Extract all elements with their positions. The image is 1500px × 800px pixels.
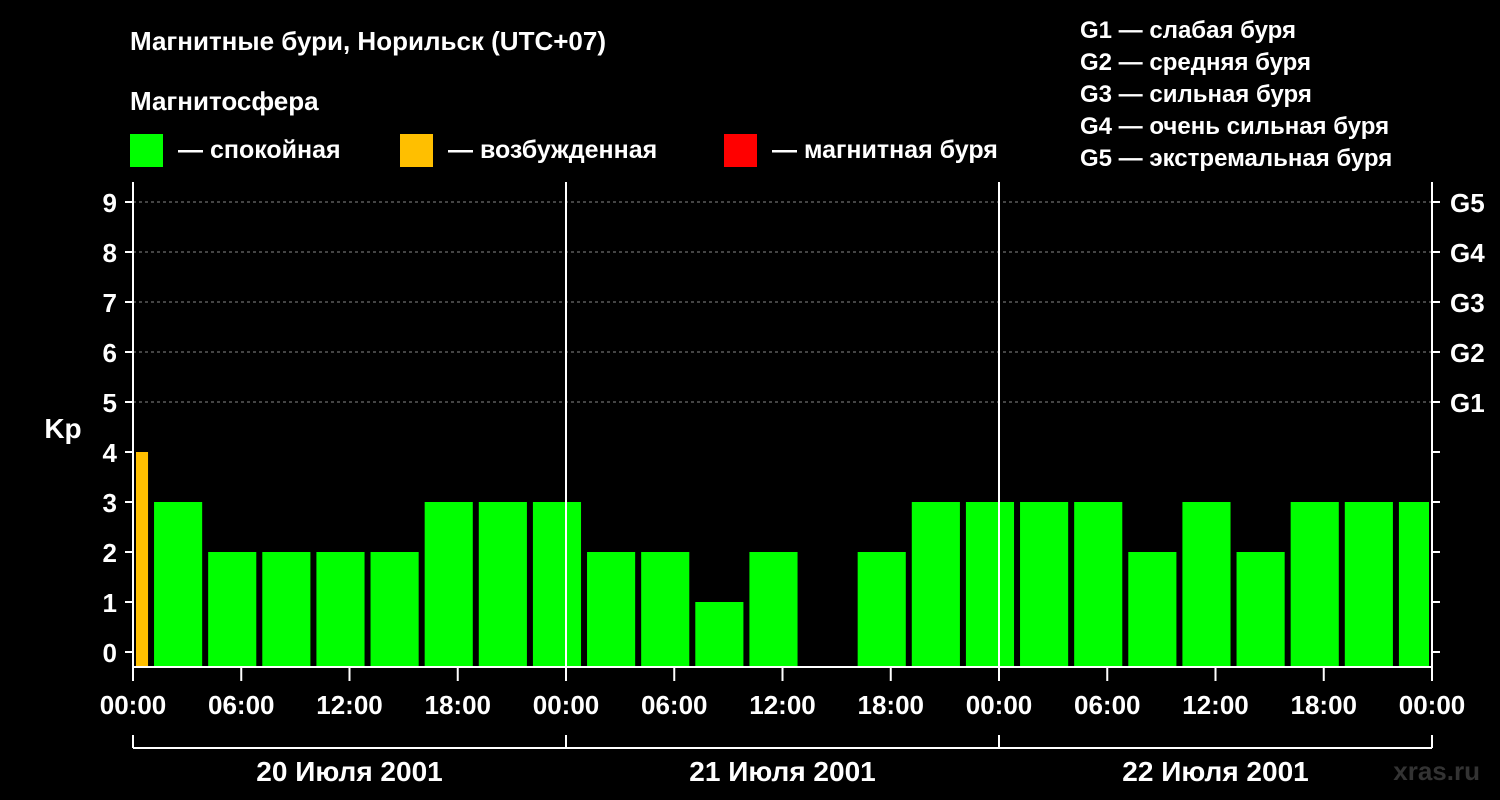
bars-layer [136,452,1429,667]
x-tick-label: 18:00 [1291,690,1358,720]
g-level-label: G1 [1450,388,1485,418]
kp-bar [154,502,203,667]
grid-layer [133,201,1432,403]
day-label: 22 Июля 2001 [1122,756,1308,787]
kp-bar [1128,552,1177,667]
x-tick-label: 00:00 [533,690,600,720]
g-scale-g3: G3 — сильная буря [1080,81,1312,108]
y-tick-label: 5 [103,388,117,418]
kp-bar [749,552,798,667]
g-level-label: G5 [1450,188,1485,218]
y-tick-label: 7 [103,288,117,318]
x-tick-label: 00:00 [966,690,1033,720]
legend-swatch-quiet [130,134,163,167]
kp-bar [1344,502,1393,667]
kp-bar [1074,502,1123,667]
legend-label-quiet: — спокойная [178,136,341,164]
watermark: xras.ru [1393,756,1480,786]
g-scale-g5: G5 — экстремальная буря [1080,145,1392,172]
y-tick-label: 9 [103,188,117,218]
kp-bar [136,452,149,667]
kp-bar [587,552,636,667]
x-tick-label: 18:00 [858,690,925,720]
chart-title: Магнитные бури, Норильск (UTC+07) [130,26,606,56]
y-tick-label: 4 [103,438,118,468]
kp-bar [1182,502,1231,667]
kp-bar [532,502,582,667]
x-tick-label: 12:00 [316,690,383,720]
y-tick-label: 3 [103,488,117,518]
x-tick-label: 06:00 [1074,690,1141,720]
g-scale-g2: G2 — средняя буря [1080,49,1311,76]
x-tick-label: 18:00 [425,690,492,720]
kp-bar [370,552,419,667]
kp-bar [424,502,473,667]
x-tick-label: 06:00 [641,690,708,720]
kp-bar [965,502,1015,667]
kp-bar [1020,502,1069,667]
y-tick-label: 6 [103,338,117,368]
y-tick-label: 8 [103,238,117,268]
day-label: 20 Июля 2001 [256,756,442,787]
y-axis-label: Kp [44,413,81,444]
kp-bar [478,502,527,667]
kp-bar [1398,502,1429,667]
kp-bar [857,552,906,667]
kp-bar [316,552,365,667]
legend-label-storm: — магнитная буря [772,136,998,164]
g-level-label: G2 [1450,338,1485,368]
y-tick-label: 2 [103,538,117,568]
kp-chart: Магнитные бури, Норильск (UTC+07) Магнит… [44,17,1485,787]
x-tick-label: 00:00 [100,690,167,720]
g-scale-g4: G4 — очень сильная буря [1080,113,1389,140]
x-tick-label: 06:00 [208,690,275,720]
g-scale-g1: G1 — слабая буря [1080,17,1296,44]
g-level-label: G4 [1450,238,1485,268]
kp-bar [1290,502,1339,667]
x-tick-label: 12:00 [1182,690,1249,720]
kp-bar [262,552,311,667]
y-tick-label: 1 [103,588,117,618]
kp-bar [1236,552,1285,667]
axes-layer: 0 1 2 3 4 5 6 7 8 9 G1 G2 G3 G4 G5 00:00 06:00 12:00 18:00… [100,182,1485,787]
legend-swatch-excited [400,134,433,167]
y-tick-label: 0 [103,638,117,668]
g-level-label: G3 [1450,288,1485,318]
legend-heading: Магнитосфера [130,86,319,116]
x-tick-label: 12:00 [749,690,816,720]
legend-swatch-storm [724,134,757,167]
day-label: 21 Июля 2001 [689,756,875,787]
legend-label-excited: — возбужденная [448,136,657,164]
kp-bar [695,602,744,667]
kp-bar [641,552,690,667]
kp-bar [208,552,257,667]
kp-bar [911,502,960,667]
x-tick-label: 00:00 [1399,690,1466,720]
